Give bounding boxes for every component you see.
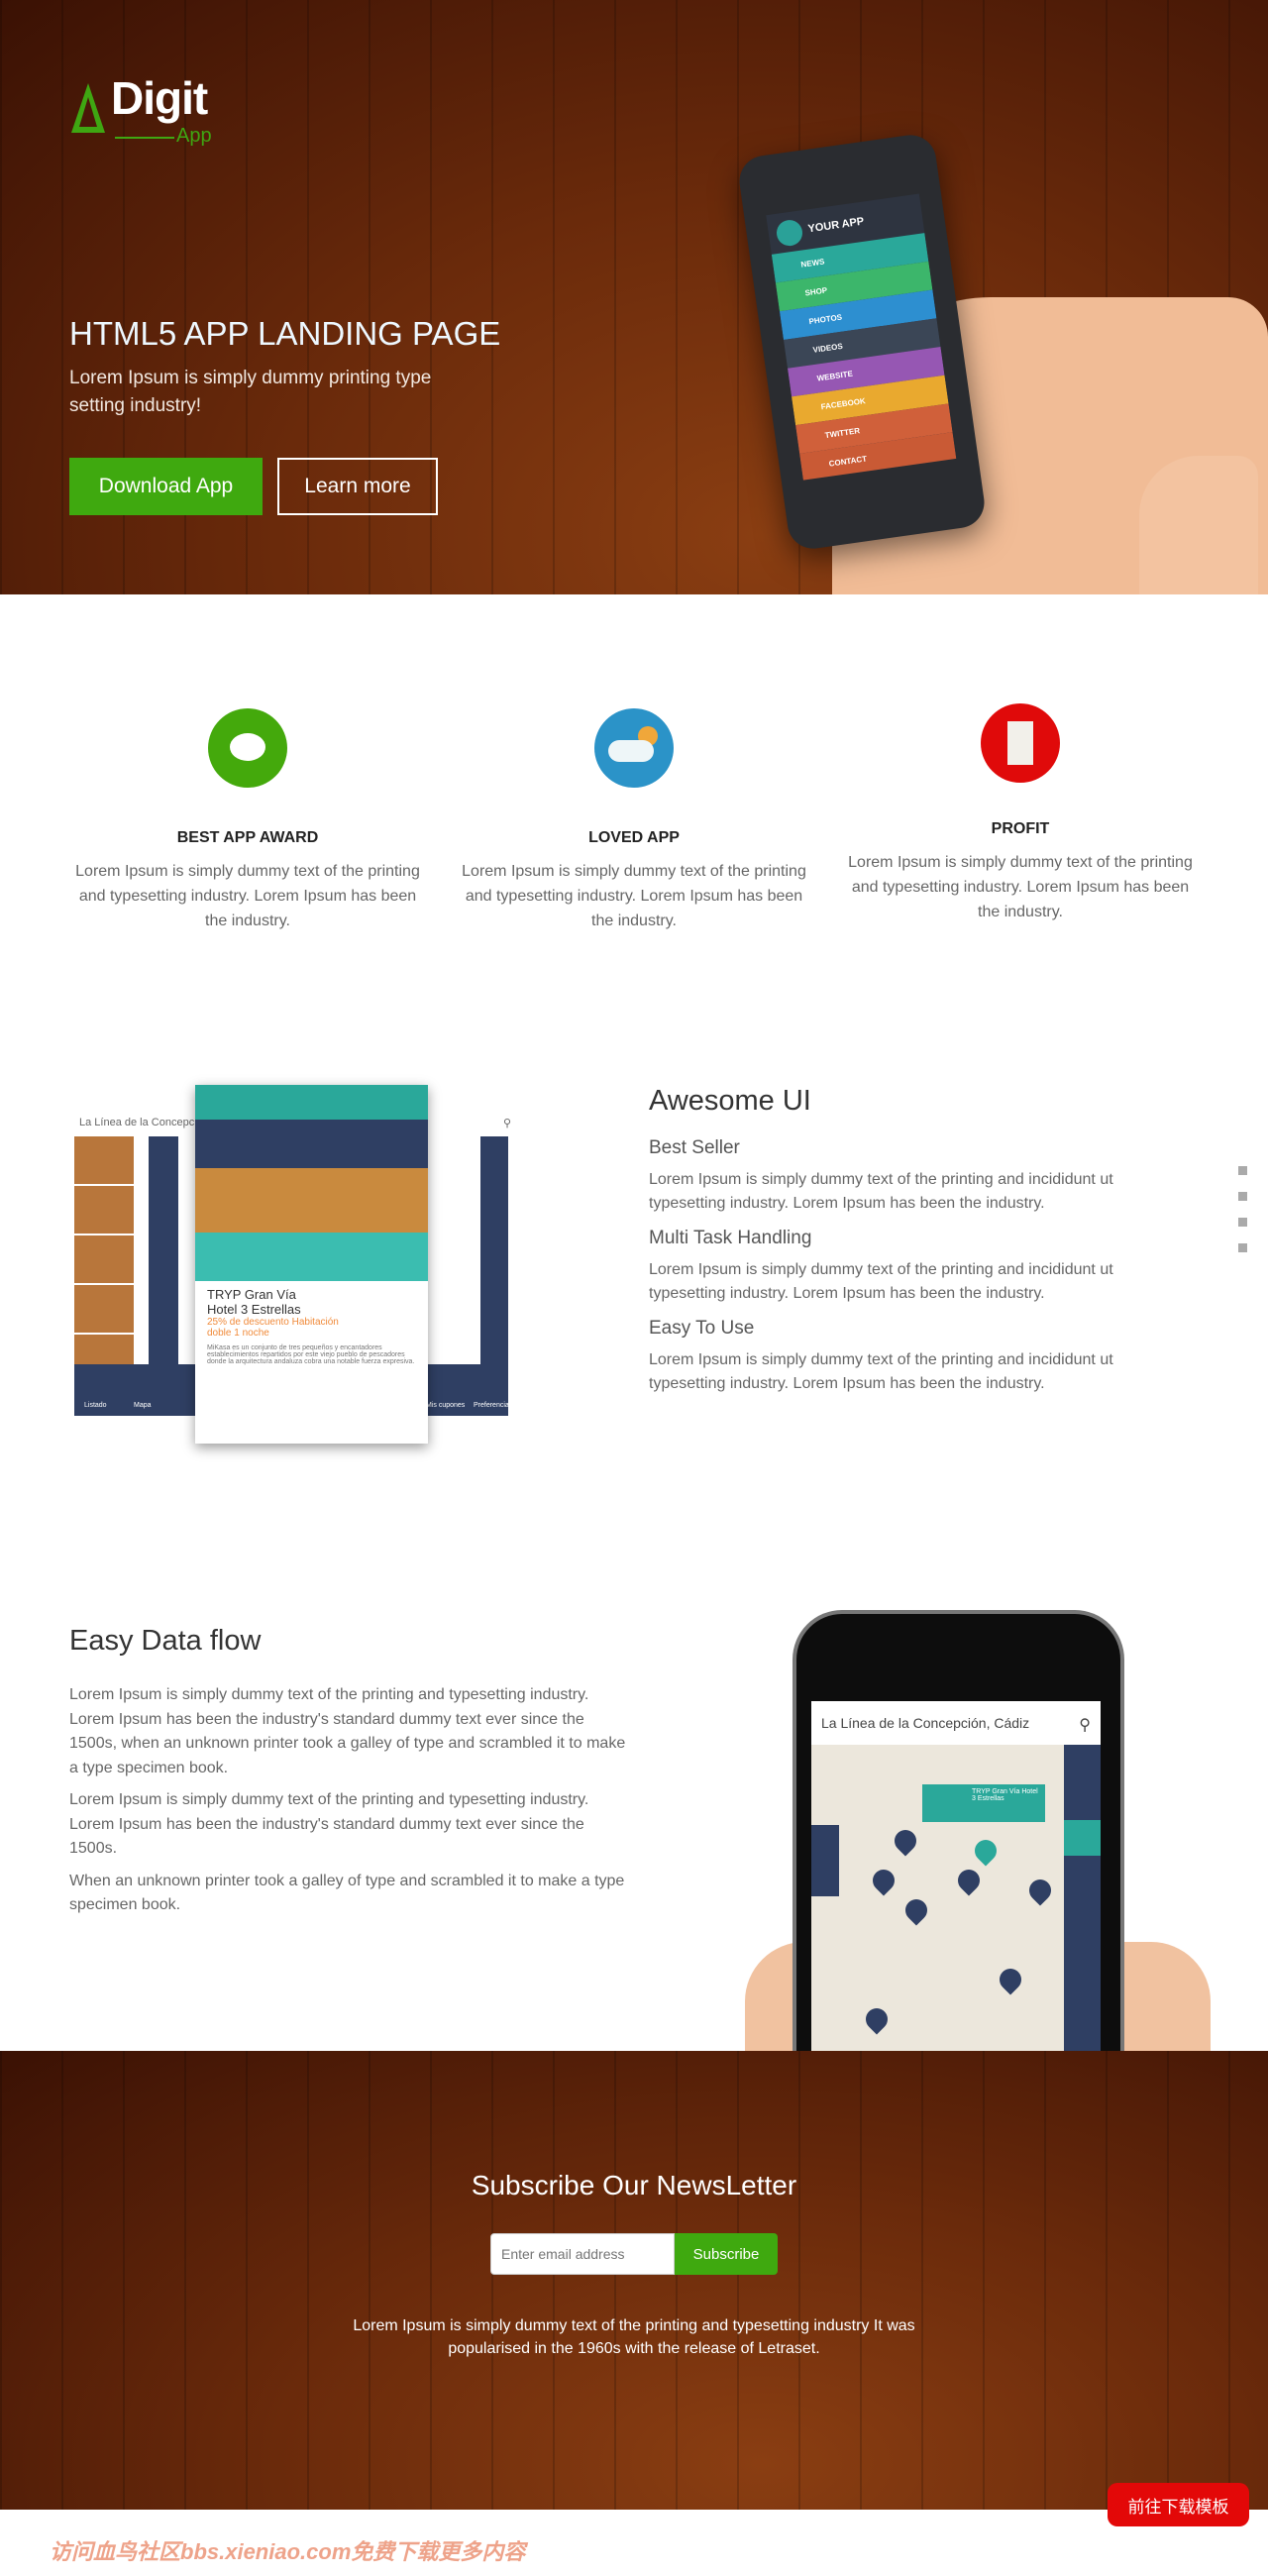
logo-text: Digit	[111, 72, 208, 124]
hotel-photo	[195, 1120, 428, 1281]
logo[interactable]: Digit App	[69, 71, 238, 151]
map-search-text: La Línea de la Concepción, Cádiz	[821, 1715, 1030, 1731]
item-text: Lorem Ipsum is simply dummy text of the …	[649, 1171, 1113, 1212]
awesome-ui-text: Awesome UI Best Seller Lorem Ipsum is si…	[649, 1085, 1184, 1396]
item-title: Best Seller	[649, 1137, 740, 1158]
rocket-icon	[775, 218, 804, 248]
watermark: 访问血鸟社区bbs.xieniao.com免费下载更多内容	[50, 2539, 526, 2564]
hotel-name: TRYP Gran Vía Hotel 3 Estrellas	[207, 1287, 301, 1317]
item-title: Easy To Use	[649, 1318, 755, 1339]
data-flow-title: Easy Data flow	[69, 1625, 262, 1657]
tab-cupones: Mis cupones	[426, 1402, 466, 1409]
feature-title: PROFIT	[991, 820, 1050, 837]
thumb-image	[1139, 456, 1258, 594]
download-template-button[interactable]: 前往下载模板	[1108, 2483, 1249, 2526]
item-text: Lorem Ipsum is simply dummy text of the …	[649, 1351, 1113, 1392]
newsletter-section	[0, 2051, 1268, 2510]
nav-dot[interactable]	[1238, 1192, 1247, 1201]
data-flow-text: Easy Data flow Lorem Ipsum is simply dum…	[69, 1625, 634, 1918]
feature-text: Lorem Ipsum is simply dummy text of the …	[75, 863, 420, 929]
logo-triangle-icon	[71, 83, 105, 133]
tab-preferencias: Preferencias	[474, 1402, 513, 1409]
paragraph: Lorem Ipsum is simply dummy text of the …	[69, 1686, 626, 1776]
download-app-button[interactable]: Download App	[69, 458, 263, 515]
email-input[interactable]	[490, 2233, 675, 2275]
shopping-bag-icon	[981, 703, 1060, 783]
chat-bubble-icon	[208, 708, 287, 788]
map-popup: TRYP Gran Vía Hotel 3 Estrellas	[922, 1784, 1045, 1822]
hero-section: Digit App HTML5 APP LANDING PAGE Lorem I…	[0, 0, 1268, 594]
feature-profit: PROFIT Lorem Ipsum is simply dummy text …	[842, 703, 1199, 924]
paragraph: When an unknown printer took a galley of…	[69, 1872, 625, 1914]
feature-text: Lorem Ipsum is simply dummy text of the …	[462, 863, 806, 929]
feature-title: BEST APP AWARD	[176, 829, 319, 846]
tab-listado: Listado	[84, 1402, 107, 1409]
hero-title: HTML5 APP LANDING PAGE	[69, 315, 501, 352]
hero-phone-image: YOUR APP NEWS SHOP PHOTOS VIDEOS WEBSITE FACE…	[736, 132, 988, 552]
subscribe-button[interactable]: Subscribe	[675, 2233, 778, 2275]
item-text: Lorem Ipsum is simply dummy text of the …	[649, 1261, 1113, 1302]
feature-best-app: BEST APP AWARD Lorem Ipsum is simply dum…	[69, 708, 426, 933]
app-screenshot-image: La Línea de la Concepción, Cádiz ⚲ Listad…	[69, 1085, 525, 1451]
feature-text: Lorem Ipsum is simply dummy text of the …	[848, 854, 1193, 920]
map-phone-image: La Línea de la Concepción, Cádiz ⚲ TRYP G…	[792, 1610, 1124, 2058]
hero-subtitle: Lorem Ipsum is simply dummy printing typ…	[69, 368, 432, 416]
feature-title: LOVED APP	[588, 829, 680, 846]
paragraph: Lorem Ipsum is simply dummy text of the …	[69, 1791, 589, 1857]
tab-mapa: Mapa	[134, 1402, 152, 1409]
search-icon: ⚲	[502, 1118, 511, 1129]
logo-underline	[115, 137, 174, 139]
logo-subtext: App	[176, 125, 212, 147]
newsletter-text: Lorem Ipsum is simply dummy text of the …	[353, 2317, 915, 2357]
hotel-desc: MiKasa es un conjunto de tres pequeños y…	[207, 1344, 415, 1365]
zoom-controls	[811, 1825, 839, 1896]
item-title: Multi Task Handling	[649, 1228, 812, 1248]
hotel-offer: 25% de descuento Habitación doble 1 noch…	[207, 1317, 339, 1339]
nav-dot[interactable]	[1238, 1243, 1247, 1252]
learn-more-button[interactable]: Learn more	[277, 458, 438, 515]
search-icon: ⚲	[1079, 1717, 1091, 1734]
cloud-sun-icon	[594, 708, 674, 788]
feature-loved-app: LOVED APP Lorem Ipsum is simply dummy te…	[456, 708, 812, 933]
category-sidebar	[1064, 1745, 1101, 2058]
awesome-ui-title: Awesome UI	[649, 1085, 811, 1117]
app-name: YOUR APP	[806, 215, 865, 236]
nav-dot[interactable]	[1238, 1218, 1247, 1227]
newsletter-title: Subscribe Our NewsLetter	[471, 2170, 797, 2200]
nav-dot[interactable]	[1238, 1166, 1247, 1175]
